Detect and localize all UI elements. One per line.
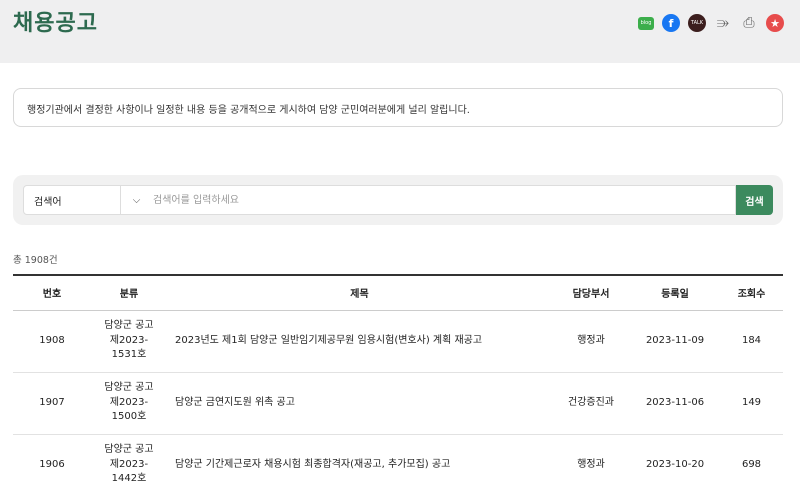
category-line: 담양군 공고 bbox=[104, 320, 154, 332]
row-title-link[interactable]: 담양군 기간제근로자 채용시험 최종합격자(재공고, 추가모집) 공고 bbox=[167, 434, 552, 483]
category-line: 담양군 공고 bbox=[104, 382, 154, 394]
category-line: 1500호 bbox=[111, 411, 147, 423]
row-category: 담양군 공고 제2023- 1442호 bbox=[91, 434, 167, 483]
row-views: 184 bbox=[720, 310, 783, 373]
intro-text: 행정기관에서 결정한 사항이나 일정한 내용 등을 공개적으로 게시하여 담양 … bbox=[27, 105, 470, 116]
row-date: 2023-11-06 bbox=[630, 372, 720, 435]
total-count: 총 1908건 bbox=[13, 255, 58, 266]
row-title-link[interactable]: 담양군 금연지도원 위촉 공고 bbox=[167, 372, 552, 435]
search-button[interactable]: 검색 bbox=[736, 185, 773, 215]
page-header: 채용공고 blog f TALK ⭄ ⎙ ★ bbox=[0, 0, 800, 63]
row-no: 1908 bbox=[13, 310, 91, 373]
row-category: 담양군 공고 제2023- 1531호 bbox=[91, 310, 167, 373]
category-line: 제2023- bbox=[109, 458, 149, 470]
row-title-link[interactable]: 2023년도 제1회 담양군 일반임기제공무원 임용시험(변호사) 계획 재공고 bbox=[167, 310, 552, 373]
category-line: 제2023- bbox=[109, 334, 149, 346]
category-line: 담양군 공고 bbox=[104, 444, 154, 456]
col-header-category: 분류 bbox=[91, 274, 167, 311]
row-dept: 건강증진과 bbox=[552, 372, 630, 435]
category-line: 1531호 bbox=[111, 349, 147, 361]
search-type-value: 검색어 bbox=[34, 196, 62, 208]
row-dept: 행정과 bbox=[552, 434, 630, 483]
table-row[interactable]: 1907 담양군 공고 제2023- 1500호 담양군 금연지도원 위촉 공고… bbox=[13, 372, 783, 435]
page-title: 채용공고 bbox=[13, 11, 98, 36]
col-header-title: 제목 bbox=[167, 274, 552, 311]
search-input[interactable] bbox=[143, 185, 736, 215]
col-header-no: 번호 bbox=[13, 274, 91, 311]
row-no: 1906 bbox=[13, 434, 91, 483]
row-date: 2023-11-09 bbox=[630, 310, 720, 373]
notice-table: 번호 분류 제목 담당부서 등록일 조회수 1908 담양군 공고 제2023-… bbox=[13, 274, 783, 483]
row-date: 2023-10-20 bbox=[630, 434, 720, 483]
kakaotalk-icon[interactable]: TALK bbox=[688, 14, 706, 32]
table-row[interactable]: 1906 담양군 공고 제2023- 1442호 담양군 기간제근로자 채용시험… bbox=[13, 434, 783, 483]
row-views: 698 bbox=[720, 434, 783, 483]
row-views: 149 bbox=[720, 372, 783, 435]
row-dept: 행정과 bbox=[552, 310, 630, 373]
category-line: 1442호 bbox=[111, 473, 147, 483]
col-header-views: 조회수 bbox=[720, 274, 783, 311]
row-no: 1907 bbox=[13, 372, 91, 435]
search-type-select[interactable]: 검색어 ⌵ bbox=[23, 185, 153, 215]
col-header-date: 등록일 bbox=[630, 274, 720, 311]
print-icon[interactable]: ⎙ bbox=[740, 14, 758, 32]
share-toolbar: blog f TALK ⭄ ⎙ ★ bbox=[638, 14, 784, 32]
row-category: 담양군 공고 제2023- 1500호 bbox=[91, 372, 167, 435]
facebook-icon[interactable]: f bbox=[662, 14, 680, 32]
intro-notice: 행정기관에서 결정한 사항이나 일정한 내용 등을 공개적으로 게시하여 담양 … bbox=[13, 88, 783, 127]
table-header-row: 번호 분류 제목 담당부서 등록일 조회수 bbox=[13, 274, 783, 311]
share-icon[interactable]: ⭄ bbox=[714, 14, 732, 32]
naver-blog-icon[interactable]: blog bbox=[638, 16, 654, 30]
col-header-dept: 담당부서 bbox=[552, 274, 630, 311]
favorite-icon[interactable]: ★ bbox=[766, 14, 784, 32]
table-row[interactable]: 1908 담양군 공고 제2023- 1531호 2023년도 제1회 담양군 … bbox=[13, 310, 783, 373]
category-line: 제2023- bbox=[109, 396, 149, 408]
search-bar: 검색어 ⌵ 검색 bbox=[13, 175, 783, 225]
